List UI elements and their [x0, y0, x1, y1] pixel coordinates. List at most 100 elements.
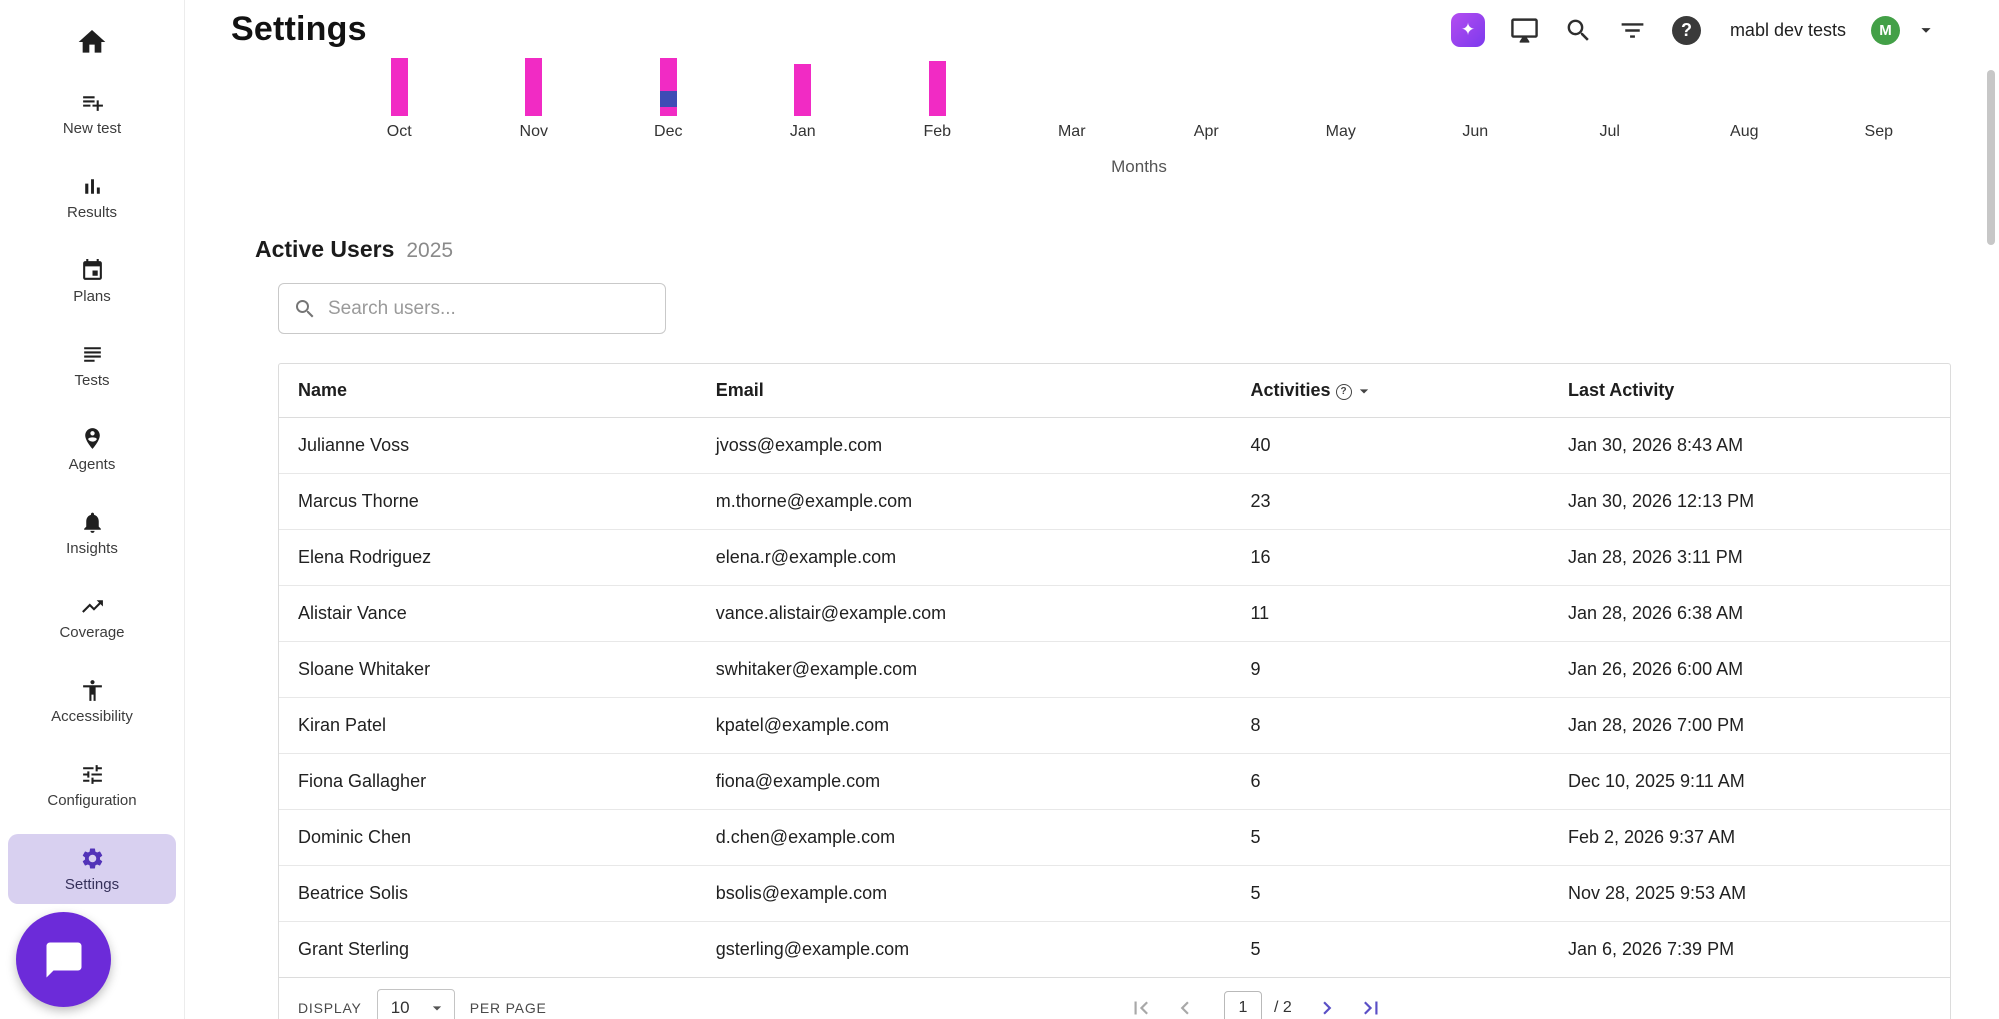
sidebar-item-configuration[interactable]: Configuration: [8, 750, 176, 820]
chart-bars: [332, 58, 1946, 116]
chart-bar-nov: [525, 58, 542, 116]
last-page-button[interactable]: [1354, 991, 1388, 1019]
x-tick-label: Apr: [1139, 123, 1274, 141]
whats-new-icon[interactable]: ✦: [1451, 13, 1485, 47]
search-input-icon: [293, 297, 317, 321]
per-page-value: 10: [391, 998, 410, 1018]
filter-icon[interactable]: [1618, 16, 1647, 45]
cell-email: gsterling@example.com: [697, 922, 1232, 978]
cell-name: Alistair Vance: [279, 586, 697, 642]
previous-page-button[interactable]: [1168, 991, 1202, 1019]
sidebar-item-results[interactable]: Results: [8, 162, 176, 232]
info-icon[interactable]: ?: [1336, 384, 1352, 400]
plans-icon: [80, 258, 105, 283]
x-tick-label: Dec: [601, 123, 736, 141]
sidebar-item-agents[interactable]: Agents: [8, 414, 176, 484]
pagination: 1 / 2: [1124, 991, 1388, 1019]
cell-last-activity: Feb 2, 2026 9:37 AM: [1549, 810, 1950, 866]
first-page-button[interactable]: [1124, 991, 1158, 1019]
chart-bar-dec: [660, 58, 677, 116]
cell-email: bsolis@example.com: [697, 866, 1232, 922]
sidebar-item-accessibility[interactable]: Accessibility: [8, 666, 176, 736]
column-header-email: Email: [697, 364, 1232, 418]
cell-last-activity: Jan 26, 2026 6:00 AM: [1549, 642, 1950, 698]
cell-last-activity: Jan 28, 2026 7:00 PM: [1549, 698, 1950, 754]
table-row: Julianne Vossjvoss@example.com40Jan 30, …: [279, 418, 1950, 474]
topbar-actions: ✦ ? mabl dev tests M: [1451, 13, 1937, 47]
sidebar-item-insights[interactable]: Insights: [8, 498, 176, 568]
cell-email: vance.alistair@example.com: [697, 586, 1232, 642]
chart-xlabel: Months: [332, 157, 1946, 177]
insights-icon: [80, 510, 105, 535]
x-tick-label: Jun: [1408, 123, 1543, 141]
active-users-title: Active Users: [255, 236, 394, 263]
column-header-name: Name: [279, 364, 697, 418]
table-row: Marcus Thornem.thorne@example.com23Jan 3…: [279, 474, 1950, 530]
table-row: Kiran Patelkpatel@example.com8Jan 28, 20…: [279, 698, 1950, 754]
cell-name: Fiona Gallagher: [279, 754, 697, 810]
x-tick-label: Sep: [1812, 123, 1947, 141]
search-users-input[interactable]: [328, 298, 651, 320]
coverage-icon: [80, 594, 105, 619]
search-icon[interactable]: [1564, 16, 1593, 45]
user-search-box[interactable]: [278, 283, 666, 334]
help-icon[interactable]: ?: [1672, 16, 1701, 45]
sidebar-item-label: Plans: [73, 288, 111, 305]
agents-icon: [80, 426, 105, 451]
column-header-last-activity: Last Activity: [1549, 364, 1950, 418]
new-test-icon: [80, 90, 105, 115]
cell-activities: 16: [1231, 530, 1548, 586]
cell-name: Sloane Whitaker: [279, 642, 697, 698]
per-page-select[interactable]: 10: [377, 989, 455, 1019]
cell-name: Kiran Patel: [279, 698, 697, 754]
page-number-input[interactable]: 1: [1224, 991, 1262, 1019]
sidebar-item-settings[interactable]: Settings: [8, 834, 176, 904]
column-header-activities[interactable]: Activities?: [1231, 364, 1548, 418]
page-total: / 2: [1274, 999, 1292, 1017]
results-icon: [80, 174, 105, 199]
x-tick-label: Oct: [332, 123, 467, 141]
account-name[interactable]: mabl dev tests: [1730, 20, 1846, 41]
chat-fab-button[interactable]: [16, 912, 111, 1007]
first-page-icon: [1128, 995, 1154, 1019]
sidebar-item-label: New test: [63, 120, 121, 137]
cell-email: elena.r@example.com: [697, 530, 1232, 586]
sidebar-item-tests[interactable]: Tests: [8, 330, 176, 400]
sidebar-item-new-test[interactable]: New test: [8, 78, 176, 148]
sidebar-item-label: Tests: [74, 372, 109, 389]
avatar[interactable]: M: [1871, 16, 1900, 45]
home-icon: [76, 26, 108, 58]
chart-bar-oct: [391, 58, 408, 116]
x-tick-label: Feb: [870, 123, 1005, 141]
table-row: Alistair Vancevance.alistair@example.com…: [279, 586, 1950, 642]
cell-last-activity: Jan 28, 2026 3:11 PM: [1549, 530, 1950, 586]
cell-name: Dominic Chen: [279, 810, 697, 866]
cell-activities: 5: [1231, 922, 1548, 978]
scrollbar-thumb[interactable]: [1987, 70, 1995, 245]
desktop-icon[interactable]: [1510, 16, 1539, 45]
cell-activities: 5: [1231, 866, 1548, 922]
cell-activities: 23: [1231, 474, 1548, 530]
table-row: Elena Rodriguezelena.r@example.com16Jan …: [279, 530, 1950, 586]
cell-name: Marcus Thorne: [279, 474, 697, 530]
main-content: Settings ✦ ? mabl dev tests M OctNovDecJ…: [185, 0, 1999, 1019]
sidebar-item-label: Agents: [69, 456, 116, 473]
tests-icon: [80, 342, 105, 367]
x-tick-label: Mar: [1005, 123, 1140, 141]
cell-last-activity: Nov 28, 2025 9:53 AM: [1549, 866, 1950, 922]
section-header: Active Users 2025: [255, 236, 453, 263]
cell-activities: 9: [1231, 642, 1548, 698]
cell-last-activity: Jan 30, 2026 12:13 PM: [1549, 474, 1950, 530]
sort-caret-icon: [1354, 381, 1374, 401]
chevron-down-icon: [427, 998, 447, 1018]
sidebar-item-home[interactable]: [8, 14, 176, 70]
cell-last-activity: Jan 28, 2026 6:38 AM: [1549, 586, 1950, 642]
cell-last-activity: Jan 30, 2026 8:43 AM: [1549, 418, 1950, 474]
active-users-year: 2025: [406, 239, 453, 263]
sidebar-item-coverage[interactable]: Coverage: [8, 582, 176, 652]
cell-activities: 5: [1231, 810, 1548, 866]
chart-bar-feb: [929, 61, 946, 116]
sidebar-item-plans[interactable]: Plans: [8, 246, 176, 316]
next-page-button[interactable]: [1310, 991, 1344, 1019]
chevron-down-icon[interactable]: [1915, 19, 1937, 41]
